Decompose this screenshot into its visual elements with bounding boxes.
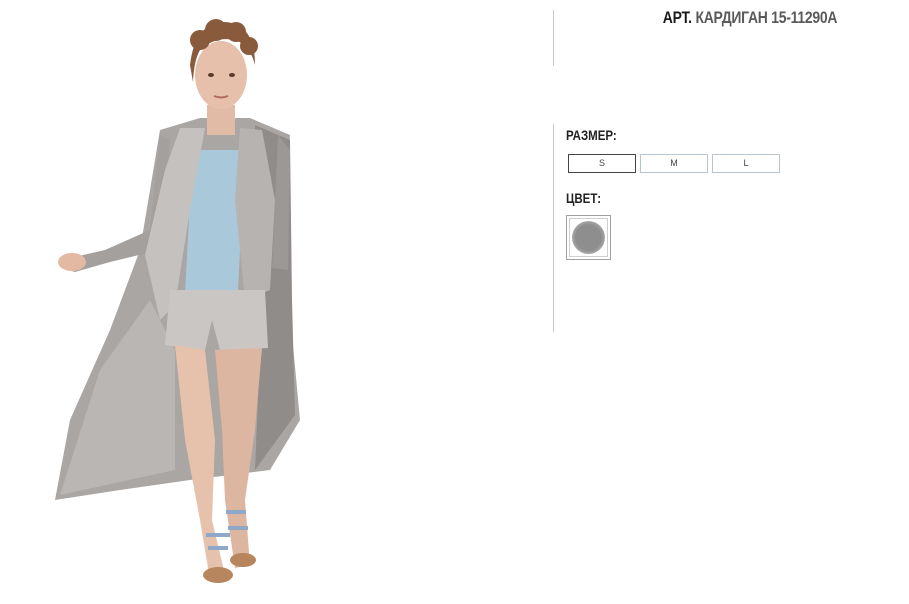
size-option-l[interactable]: L (712, 154, 780, 173)
size-selector: S M L (568, 154, 780, 173)
color-swatch-grey[interactable] (566, 215, 611, 260)
article-prefix: АРТ. (662, 8, 692, 27)
vertical-divider-bottom (553, 124, 554, 332)
size-label: РАЗМЕР: (566, 127, 617, 143)
color-swatch-frame (569, 218, 608, 257)
color-swatch-dot (572, 221, 605, 254)
size-option-s[interactable]: S (568, 154, 636, 173)
product-photo (0, 0, 400, 604)
size-option-m[interactable]: M (640, 154, 708, 173)
product-name: КАРДИГАН 15-11290А (695, 8, 838, 27)
color-label: ЦВЕТ: (566, 190, 602, 206)
product-title: АРТ. КАРДИГАН 15-11290А (627, 8, 873, 28)
vertical-divider-top (553, 10, 554, 66)
